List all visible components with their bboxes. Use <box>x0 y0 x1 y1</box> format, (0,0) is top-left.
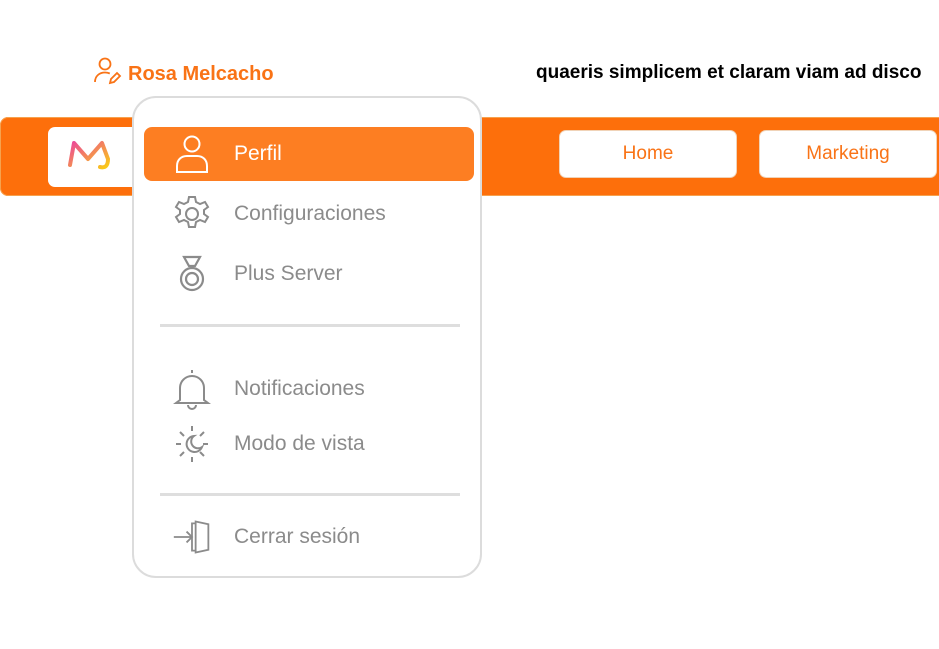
menu-item-cerrar-sesion[interactable]: Cerrar sesión <box>144 510 474 564</box>
menu-item-label: Configuraciones <box>234 202 386 225</box>
menu-item-label: Modo de vista <box>234 432 365 455</box>
menu-item-plus-server[interactable]: Plus Server <box>144 247 474 301</box>
user-name: Rosa Melcacho <box>128 62 274 85</box>
logout-door-icon <box>172 517 212 557</box>
user-icon <box>172 134 212 174</box>
user-dropdown-menu: Perfil Configuraciones Plus Server Notif… <box>132 96 482 578</box>
menu-item-label: Notificaciones <box>234 377 365 400</box>
menu-item-configuraciones[interactable]: Configuraciones <box>144 187 474 241</box>
page-tagline: quaeris simplicem et claram viam ad disc… <box>536 62 922 83</box>
logo[interactable] <box>48 127 140 187</box>
menu-item-notificaciones[interactable]: Notificaciones <box>144 362 474 416</box>
bell-icon <box>172 369 212 410</box>
menu-item-label: Plus Server <box>234 262 343 285</box>
menu-item-perfil[interactable]: Perfil <box>144 127 474 181</box>
menu-item-label: Cerrar sesión <box>234 525 361 548</box>
medal-icon <box>172 254 212 294</box>
menu-divider <box>160 493 460 496</box>
user-menu-trigger[interactable]: Rosa Melcacho <box>92 56 274 92</box>
nav-marketing-button[interactable]: Marketing <box>759 130 937 178</box>
gear-icon <box>172 194 212 234</box>
nav-home-button[interactable]: Home <box>559 130 737 178</box>
user-edit-icon <box>92 56 128 92</box>
menu-divider <box>160 324 460 327</box>
sun-moon-icon <box>172 424 212 464</box>
menu-item-modo-de-vista[interactable]: Modo de vista <box>144 417 474 471</box>
menu-item-label: Perfil <box>234 142 282 165</box>
